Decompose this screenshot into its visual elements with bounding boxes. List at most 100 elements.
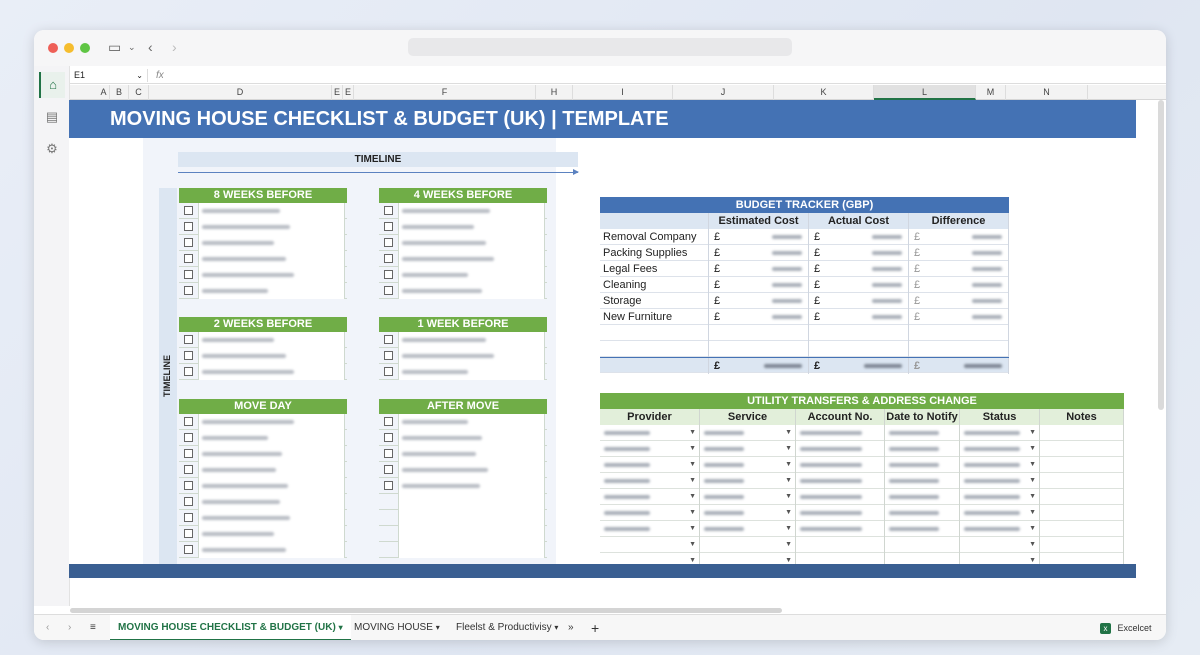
column-header[interactable]: K [774, 85, 874, 100]
dropdown-arrow-icon[interactable]: ▼ [689, 457, 696, 473]
task-text[interactable] [198, 332, 345, 348]
budget-amount[interactable] [909, 341, 1009, 357]
utility-cell[interactable]: ▼ [600, 521, 700, 537]
budget-amount[interactable]: £ [809, 277, 909, 293]
utility-cell[interactable]: ▼ [960, 521, 1040, 537]
column-header[interactable]: A [98, 85, 110, 100]
utility-cell[interactable] [885, 425, 960, 441]
dropdown-arrow-icon[interactable]: ▼ [689, 537, 696, 553]
chevron-down-icon[interactable]: ⌄ [136, 69, 143, 82]
utility-cell[interactable] [885, 521, 960, 537]
task-text[interactable] [398, 494, 545, 510]
task-text[interactable] [398, 203, 545, 219]
column-header[interactable]: E [343, 85, 354, 100]
utility-cell[interactable]: ▼ [700, 457, 796, 473]
task-checkbox[interactable] [384, 417, 393, 426]
task-checkbox[interactable] [184, 545, 193, 554]
task-checkbox[interactable] [384, 270, 393, 279]
task-checkbox[interactable] [384, 206, 393, 215]
sidebar-toggle-icon[interactable]: ▭ [108, 40, 121, 54]
task-checkbox[interactable] [384, 286, 393, 295]
utility-cell[interactable] [1040, 473, 1124, 489]
task-text[interactable] [398, 267, 545, 283]
task-checkbox[interactable] [184, 497, 193, 506]
utility-cell[interactable] [796, 489, 885, 505]
task-text[interactable] [198, 364, 345, 380]
dropdown-arrow-icon[interactable]: ▼ [785, 441, 792, 457]
task-text[interactable] [398, 251, 545, 267]
budget-amount[interactable]: £ [809, 309, 909, 325]
dropdown-arrow-icon[interactable]: ▼ [785, 505, 792, 521]
budget-amount[interactable] [709, 325, 809, 341]
utility-cell[interactable]: ▼ [960, 425, 1040, 441]
utility-cell[interactable] [885, 505, 960, 521]
dropdown-arrow-icon[interactable]: ▼ [689, 441, 696, 457]
utility-cell[interactable] [796, 505, 885, 521]
column-header[interactable]: F [354, 85, 536, 100]
dropdown-arrow-icon[interactable]: ▼ [785, 537, 792, 553]
task-checkbox[interactable] [184, 254, 193, 263]
add-sheet-button[interactable]: + [591, 615, 599, 640]
utility-cell[interactable] [796, 521, 885, 537]
utility-cell[interactable]: ▼ [960, 489, 1040, 505]
dropdown-arrow-icon[interactable]: ▼ [1029, 425, 1036, 441]
utility-cell[interactable] [885, 457, 960, 473]
task-checkbox[interactable] [384, 238, 393, 247]
task-text[interactable] [198, 510, 345, 526]
utility-cell[interactable] [885, 473, 960, 489]
task-text[interactable] [398, 235, 545, 251]
tab-moving-house[interactable]: MOVING HOUSE ▾ [352, 615, 442, 640]
utility-cell[interactable] [885, 441, 960, 457]
dropdown-arrow-icon[interactable]: ▼ [689, 521, 696, 537]
budget-amount[interactable]: £ [709, 245, 809, 261]
task-text[interactable] [198, 283, 345, 299]
budget-amount[interactable]: £ [809, 293, 909, 309]
task-checkbox[interactable] [184, 465, 193, 474]
task-text[interactable] [398, 283, 545, 299]
dropdown-arrow-icon[interactable]: ▼ [785, 457, 792, 473]
dropdown-arrow-icon[interactable]: ▼ [689, 505, 696, 521]
task-text[interactable] [198, 267, 345, 283]
dropdown-arrow-icon[interactable]: ▼ [785, 521, 792, 537]
task-checkbox[interactable] [184, 286, 193, 295]
utility-cell[interactable] [796, 457, 885, 473]
dropdown-arrow-icon[interactable]: ▼ [1029, 457, 1036, 473]
budget-amount[interactable]: £ [809, 245, 909, 261]
column-header[interactable]: C [129, 85, 149, 100]
task-checkbox[interactable] [184, 417, 193, 426]
more-tabs-icon[interactable]: » [568, 615, 574, 640]
utility-cell[interactable]: ▼ [960, 441, 1040, 457]
task-text[interactable] [398, 446, 545, 462]
dropdown-arrow-icon[interactable]: ▼ [689, 489, 696, 505]
column-header[interactable]: D [149, 85, 332, 100]
task-text[interactable] [398, 462, 545, 478]
utility-cell[interactable] [796, 537, 885, 553]
utility-cell[interactable] [1040, 489, 1124, 505]
forward-icon[interactable]: › [172, 40, 177, 54]
column-header[interactable]: J [673, 85, 774, 100]
utility-cell[interactable] [885, 537, 960, 553]
task-text[interactable] [398, 510, 545, 526]
task-checkbox[interactable] [184, 335, 193, 344]
budget-amount[interactable]: £ [809, 358, 909, 374]
column-header[interactable]: H [536, 85, 573, 100]
task-checkbox[interactable] [184, 222, 193, 231]
maximize-window-button[interactable] [80, 43, 90, 53]
task-checkbox[interactable] [184, 513, 193, 522]
task-text[interactable] [198, 478, 345, 494]
task-text[interactable] [198, 430, 345, 446]
utility-cell[interactable]: ▼ [960, 473, 1040, 489]
task-text[interactable] [198, 219, 345, 235]
task-text[interactable] [398, 364, 545, 380]
budget-amount[interactable]: £ [909, 277, 1009, 293]
close-window-button[interactable] [48, 43, 58, 53]
task-checkbox[interactable] [384, 481, 393, 490]
chevron-down-icon[interactable]: ⌄ [128, 40, 136, 54]
budget-item[interactable]: Storage [600, 293, 709, 309]
budget-amount[interactable]: £ [909, 261, 1009, 277]
dropdown-arrow-icon[interactable]: ▼ [1029, 441, 1036, 457]
budget-item[interactable] [600, 358, 709, 374]
dropdown-arrow-icon[interactable]: ▼ [689, 473, 696, 489]
task-checkbox[interactable] [384, 465, 393, 474]
utility-cell[interactable]: ▼ [700, 537, 796, 553]
